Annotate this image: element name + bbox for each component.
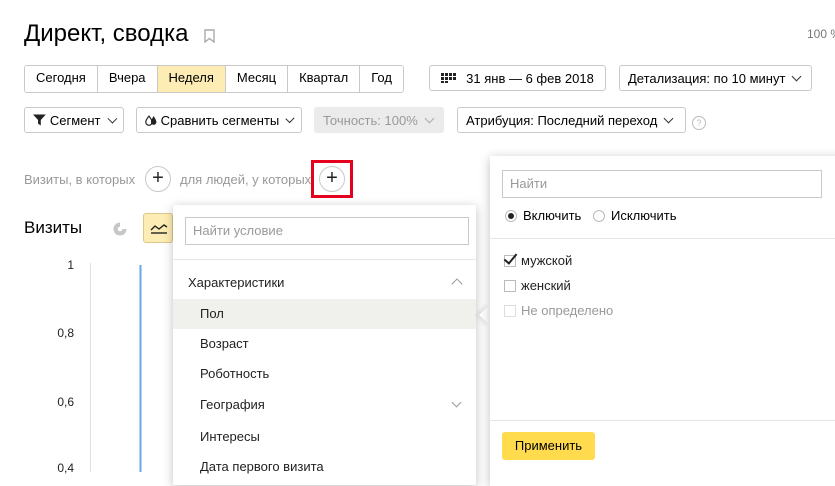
option-female[interactable]: женский xyxy=(504,278,571,293)
radio-selected-icon[interactable] xyxy=(505,209,517,222)
include-radio[interactable]: Включить xyxy=(505,208,581,223)
condition-item-first-visit-date[interactable]: Дата первого визита xyxy=(173,452,476,482)
checkbox-checked-icon[interactable] xyxy=(504,254,516,267)
chevron-down-icon xyxy=(791,71,802,81)
y-tick-label: 0,8 xyxy=(57,326,74,340)
chevron-up-icon[interactable] xyxy=(451,278,463,290)
accuracy-select[interactable]: Точность: 100% xyxy=(314,107,444,133)
accuracy-label: Точность: 100% xyxy=(323,112,418,128)
condition-item-label: Пол xyxy=(200,306,224,321)
tab-today[interactable]: Сегодня xyxy=(25,66,98,92)
pie-chart-icon[interactable] xyxy=(113,222,127,236)
chevron-down-icon xyxy=(424,113,435,123)
condition-item-age[interactable]: Возраст xyxy=(173,329,476,359)
checkbox-icon[interactable] xyxy=(504,279,516,292)
chart-plot-area xyxy=(90,263,142,472)
bookmark-icon[interactable] xyxy=(204,29,215,43)
exclude-label: Исключить xyxy=(611,208,677,223)
condition-item-geography[interactable]: География xyxy=(173,390,476,420)
help-icon[interactable]: ? xyxy=(692,116,706,130)
compare-segments-button[interactable]: Сравнить сегменты xyxy=(136,107,302,133)
zoom-level: 100 % xyxy=(806,27,835,41)
line-chart-icon xyxy=(150,224,168,234)
y-tick-label: 1 xyxy=(67,258,74,272)
detail-select[interactable]: Детализация: по 10 минут xyxy=(619,65,812,91)
option-label: мужской xyxy=(521,253,573,268)
y-tick-label: 0,6 xyxy=(57,395,74,409)
chevron-down-icon xyxy=(285,113,295,123)
people-filter-label: для людей, у которых xyxy=(180,172,312,187)
option-male[interactable]: мужской xyxy=(504,253,572,268)
condition-item-gender[interactable]: Пол xyxy=(173,299,476,329)
radio-icon[interactable] xyxy=(593,209,605,222)
exclude-radio[interactable]: Исключить xyxy=(593,208,677,223)
option-label: Не определено xyxy=(521,303,614,318)
segment-button[interactable]: Сегмент xyxy=(24,107,124,133)
highlight-frame xyxy=(311,160,353,198)
divider xyxy=(490,238,835,239)
value-dropdown: Найти Включить Исключить мужской женский… xyxy=(490,156,835,486)
condition-item-label: Роботность xyxy=(200,366,270,381)
include-label: Включить xyxy=(523,208,582,223)
filter-icon xyxy=(33,114,46,126)
y-tick-label: 0,4 xyxy=(57,461,74,475)
date-range-button[interactable]: 31 янв — 6 фев 2018 xyxy=(429,65,606,91)
page-title: Директ, сводка xyxy=(24,20,189,47)
condition-item-label: Возраст xyxy=(200,336,249,351)
value-search-input[interactable]: Найти xyxy=(502,170,822,198)
calendar-icon xyxy=(441,73,457,83)
line-chart-button[interactable] xyxy=(143,213,173,243)
chevron-down-icon xyxy=(106,113,117,123)
chevron-down-icon xyxy=(451,397,462,408)
period-tabs: Сегодня Вчера Неделя Месяц Квартал Год xyxy=(24,65,404,93)
detail-label: Детализация: по 10 минут xyxy=(628,70,786,86)
divider xyxy=(173,259,476,260)
tab-month[interactable]: Месяц xyxy=(225,66,289,92)
condition-item-label: География xyxy=(200,397,265,412)
compare-segments-label: Сравнить сегменты xyxy=(160,112,280,128)
chart-title: Визиты xyxy=(24,218,83,237)
condition-dropdown: Найти условие Характеристики Пол Возраст… xyxy=(173,205,476,485)
condition-item-robotness[interactable]: Роботность xyxy=(173,359,476,389)
add-visit-condition-button[interactable]: + xyxy=(145,166,171,192)
option-undefined: Не определено xyxy=(504,303,613,318)
checkbox-disabled-icon xyxy=(504,304,516,317)
category-header[interactable]: Характеристики xyxy=(188,275,284,290)
tab-year[interactable]: Год xyxy=(360,66,403,92)
apply-button[interactable]: Применить xyxy=(502,432,595,460)
condition-search-input[interactable]: Найти условие xyxy=(185,217,469,245)
tab-week[interactable]: Неделя xyxy=(157,66,226,92)
segment-label: Сегмент xyxy=(49,112,101,128)
tab-quarter[interactable]: Квартал xyxy=(288,66,361,92)
visits-filter-label: Визиты, в которых xyxy=(24,172,136,187)
date-range-label: 31 янв — 6 фев 2018 xyxy=(466,70,594,86)
condition-item-label: Интересы xyxy=(200,429,260,444)
attribution-label: Атрибуция: Последний переход xyxy=(466,112,658,128)
divider xyxy=(490,420,835,421)
chevron-down-icon xyxy=(663,113,674,123)
tab-yesterday[interactable]: Вчера xyxy=(97,66,158,92)
drops-icon xyxy=(145,114,157,126)
option-label: женский xyxy=(521,278,571,293)
attribution-select[interactable]: Атрибуция: Последний переход xyxy=(457,107,686,133)
condition-item-interests[interactable]: Интересы xyxy=(173,422,476,452)
